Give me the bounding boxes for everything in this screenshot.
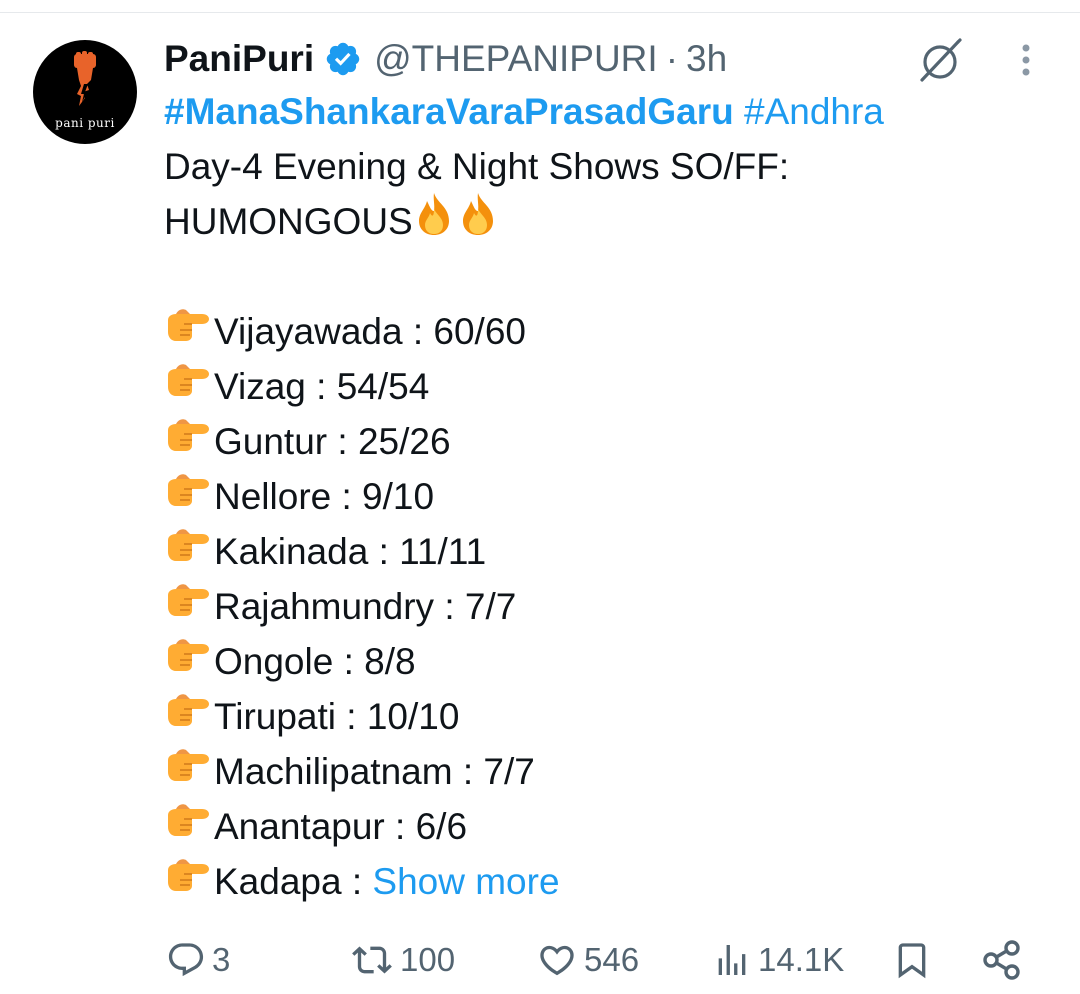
- pointing-right-emoji-icon: [164, 689, 214, 744]
- views-chart-icon: [718, 945, 746, 975]
- fire-emoji-icon: [455, 191, 501, 252]
- city-line: Ongole : 8/8: [164, 634, 1064, 689]
- tweet[interactable]: pani puri PaniPuri @THEPANIPURI · 3h #Ma…: [0, 0, 1080, 994]
- text-line: HUMONGOUS: [164, 191, 1064, 252]
- fire-emoji-icon: [413, 191, 455, 252]
- hashtags-line: #ManaShankaraVaraPrasadGaru #Andhra: [164, 84, 1064, 139]
- grok-icon: [920, 38, 962, 82]
- city-text: Vijayawada : 60/60: [214, 311, 526, 352]
- verified-badge-icon: [326, 42, 360, 76]
- retweet-icon: [352, 946, 392, 974]
- tweet-header: PaniPuri @THEPANIPURI · 3h: [164, 34, 727, 84]
- handle[interactable]: @THEPANIPURI: [374, 38, 658, 80]
- city-text: Nellore : 9/10: [214, 476, 435, 517]
- show-more-link[interactable]: Show more: [372, 861, 559, 902]
- truncated-line: Kadapa : Show more: [164, 854, 1064, 909]
- city-text: Kakinada : 11/11: [214, 531, 487, 572]
- pointing-right-emoji-icon: [164, 524, 214, 579]
- pointing-right-emoji-icon: [164, 304, 214, 359]
- pointing-right-emoji-icon: [164, 414, 214, 469]
- grok-button[interactable]: [914, 34, 966, 86]
- city-text: Rajahmundry : 7/7: [214, 586, 517, 627]
- heart-icon: [540, 945, 574, 976]
- city-line: Kakinada : 11/11: [164, 524, 1064, 579]
- city-list: Vijayawada : 60/60 Vizag : 54/54 Guntur : …: [164, 304, 1064, 854]
- city-line: Vizag : 54/54: [164, 359, 1064, 414]
- reply-icon: [168, 943, 204, 977]
- pointing-right-emoji-icon: [164, 469, 214, 524]
- text-line: Day-4 Evening & Night Shows SO/FF:: [164, 146, 790, 187]
- pointing-right-emoji-icon: [164, 359, 214, 414]
- reply-button[interactable]: 3: [166, 930, 230, 990]
- pointing-right-emoji-icon: [164, 744, 214, 799]
- avatar[interactable]: pani puri: [33, 40, 137, 144]
- display-name[interactable]: PaniPuri: [164, 38, 314, 80]
- city-text: Guntur : 25/26: [214, 421, 451, 462]
- city-line: Rajahmundry : 7/7: [164, 579, 1064, 634]
- city-line: Anantapur : 6/6: [164, 799, 1064, 854]
- city-text: Machilipatnam : 7/7: [214, 751, 535, 792]
- pointing-right-emoji-icon: [164, 799, 214, 854]
- timestamp[interactable]: 3h: [686, 38, 727, 80]
- share-icon: [983, 940, 1020, 980]
- like-button[interactable]: 546: [536, 930, 639, 990]
- share-button[interactable]: [980, 930, 1024, 990]
- city-line: Guntur : 25/26: [164, 414, 1064, 469]
- city-line: Vijayawada : 60/60: [164, 304, 1064, 359]
- city-text: Tirupati : 10/10: [214, 696, 460, 737]
- retweet-count: 100: [400, 941, 456, 978]
- separator-dot: ·: [665, 38, 679, 79]
- pointing-right-emoji-icon: [164, 854, 214, 909]
- reply-count: 3: [212, 941, 231, 978]
- hashtag-link[interactable]: #Andhra: [744, 91, 884, 132]
- tweet-text: #ManaShankaraVaraPrasadGaru #Andhra Day-…: [164, 84, 1064, 909]
- bookmark-button[interactable]: [892, 930, 932, 990]
- like-count: 546: [584, 941, 640, 978]
- avatar-label: pani puri: [55, 116, 115, 130]
- city-line: Machilipatnam : 7/7: [164, 744, 1064, 799]
- retweet-button[interactable]: 100: [350, 930, 455, 990]
- hashtag-link[interactable]: #ManaShankaraVaraPrasadGaru: [164, 91, 734, 132]
- city-line: Tirupati : 10/10: [164, 689, 1064, 744]
- views-button[interactable]: 14.1K: [712, 930, 844, 990]
- city-text: Vizag : 54/54: [214, 366, 430, 407]
- city-text: Anantapur : 6/6: [214, 806, 468, 847]
- more-vertical-icon: [1022, 44, 1030, 76]
- city-line: Nellore : 9/10: [164, 469, 1064, 524]
- city-text: Ongole : 8/8: [214, 641, 416, 682]
- action-bar: 3 100 546 14.1K: [0, 930, 1080, 990]
- pointing-right-emoji-icon: [164, 634, 214, 689]
- views-count: 14.1K: [758, 941, 845, 978]
- truncated-text: Kadapa :: [214, 861, 373, 902]
- pointing-right-emoji-icon: [164, 579, 214, 634]
- bookmark-icon: [898, 943, 926, 979]
- more-options-button[interactable]: [1006, 38, 1046, 86]
- text-line-content: HUMONGOUS: [164, 201, 413, 242]
